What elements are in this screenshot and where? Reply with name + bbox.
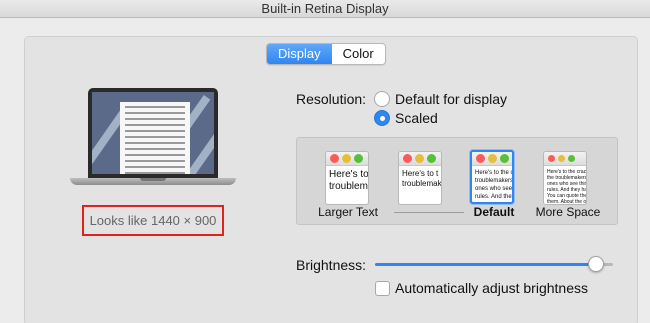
- scale-option-larger-text[interactable]: Here's to troublem: [325, 151, 369, 205]
- scale-sample-text: Here's to t troublemake: [402, 169, 441, 188]
- laptop-lid: [88, 88, 218, 178]
- auto-brightness-label[interactable]: Automatically adjust brightness: [395, 280, 588, 296]
- scale-divider-line: [394, 212, 464, 213]
- tab-display[interactable]: Display: [267, 44, 332, 64]
- screen-document: [120, 102, 190, 174]
- scale-label-more-space: More Space: [535, 205, 601, 219]
- brightness-slider[interactable]: [375, 263, 613, 266]
- scale-sample-text: Here's to the cr troublemakers. ones who…: [475, 170, 512, 200]
- laptop-screen: [92, 92, 214, 174]
- looks-like-resolution: Looks like 1440 × 900: [82, 205, 224, 236]
- auto-brightness-checkbox[interactable]: [375, 281, 390, 296]
- scale-option-2[interactable]: Here's to t troublemake: [398, 151, 442, 205]
- tab-color[interactable]: Color: [331, 44, 385, 64]
- scale-option-more-space[interactable]: Here's to the crazy ones the troublemake…: [543, 151, 587, 205]
- brightness-slider-fill: [375, 263, 596, 266]
- laptop-notch: [140, 178, 166, 181]
- scale-label-larger-text: Larger Text: [318, 205, 378, 219]
- scale-option-default[interactable]: Here's to the cr troublemakers. ones who…: [470, 150, 514, 204]
- radio-default-for-display-label[interactable]: Default for display: [395, 91, 507, 107]
- window-titlebar: Built-in Retina Display: [0, 0, 650, 18]
- brightness-label: Brightness:: [296, 257, 367, 273]
- resolution-label: Resolution:: [296, 91, 367, 107]
- window-title: Built-in Retina Display: [261, 1, 389, 16]
- tab-bar: Display Color: [266, 43, 386, 65]
- scale-sample-text: Here's to troublem: [329, 169, 368, 192]
- radio-default-for-display[interactable]: [374, 91, 390, 107]
- laptop-preview: [70, 88, 236, 198]
- brightness-slider-knob[interactable]: [588, 256, 604, 272]
- radio-scaled[interactable]: [374, 110, 390, 126]
- scale-sample-text: Here's to the crazy ones the troublemake…: [547, 169, 586, 205]
- radio-scaled-label[interactable]: Scaled: [395, 110, 438, 126]
- scale-label-default: Default: [473, 205, 515, 219]
